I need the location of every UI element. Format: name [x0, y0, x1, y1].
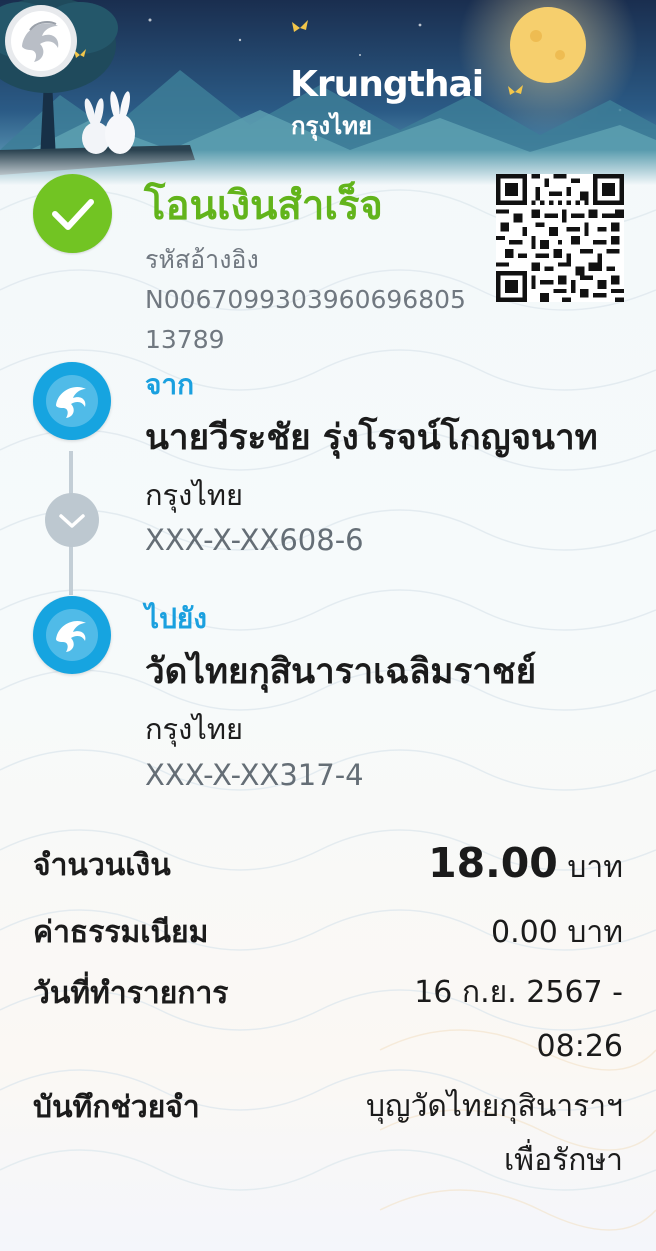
from-bank-logo [33, 362, 111, 440]
fee-label: ค่าธรรมเนียม [33, 915, 209, 950]
amount-value: 18.00 บาท [428, 836, 623, 895]
brand-name: Krungthai [290, 64, 484, 105]
to-label: ไปยัง [145, 602, 207, 635]
to-bank: กรุงไทย [145, 712, 243, 746]
reference-number: N006709930396069680513789 [145, 285, 466, 354]
brand-name-thai: กรุงไทย [291, 112, 373, 140]
to-name: วัดไทยกุสินาราเฉลิมราชย์ [145, 652, 537, 692]
qr-code-icon[interactable] [496, 174, 624, 302]
from-bank: กรุงไทย [145, 478, 243, 512]
header-banner: Krungthai กรุงไทย [0, 0, 656, 185]
memo-value: บุญวัดไทยกุสินาราฯ เพื่อรักษา [366, 1080, 623, 1188]
from-account: XXX-X-XX608-6 [145, 523, 364, 557]
krungthai-bird-logo-icon [46, 375, 98, 427]
memo-label: บันทึกช่วยจำ [33, 1090, 200, 1125]
to-bank-logo [33, 596, 111, 674]
datetime-date: 16 ก.ย. 2567 - [414, 975, 623, 1010]
memo-line-2: เพื่อรักษา [504, 1143, 623, 1178]
krungthai-bird-logo-icon [46, 609, 98, 661]
datetime-time: 08:26 [536, 1029, 623, 1064]
success-check-icon [33, 174, 112, 253]
krungthai-bird-logo-icon [5, 5, 77, 77]
memo-line-1: บุญวัดไทยกุสินาราฯ [365, 1089, 623, 1124]
to-account: XXX-X-XX317-4 [145, 758, 364, 792]
from-label: จาก [145, 368, 195, 401]
fee-value: 0.00 บาท [491, 915, 623, 950]
amount-label: จำนวนเงิน [33, 848, 171, 883]
from-name: นายวีระชัย รุ่งโรจน์โกญจนาท [145, 418, 598, 458]
chevron-down-icon [45, 493, 99, 547]
amount-number: 18.00 [428, 839, 558, 887]
status-title: โอนเงินสำเร็จ [144, 183, 383, 229]
amount-unit: บาท [567, 850, 623, 885]
reference-label: รหัสอ้างอิง [145, 245, 259, 274]
datetime-value: 16 ก.ย. 2567 - 08:26 [414, 966, 623, 1074]
datetime-label: วันที่ทำรายการ [33, 976, 229, 1011]
